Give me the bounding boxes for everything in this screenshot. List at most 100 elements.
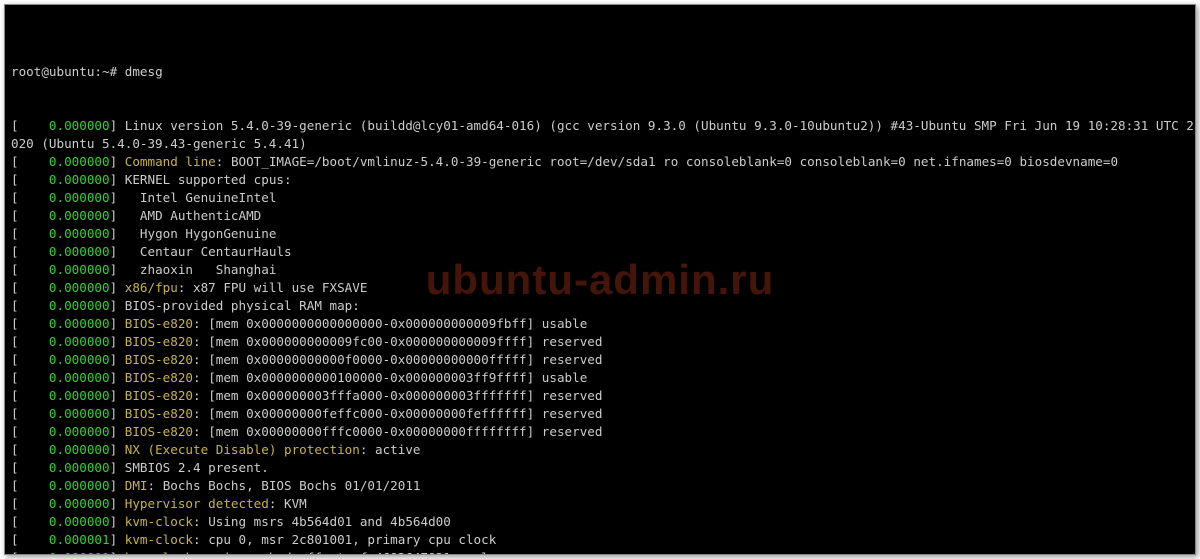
- log-tag: Hypervisor detected: [125, 496, 269, 511]
- log-timestamp: 0.000000: [19, 388, 110, 403]
- bracket-open: [: [11, 532, 19, 547]
- log-line: [ 0.000000] Linux version 5.4.0-39-gener…: [11, 117, 1189, 135]
- log-text: [mem 0x000000000009fc00-0x000000000009ff…: [208, 334, 602, 349]
- prompt-userhost: root@ubuntu: [11, 64, 94, 79]
- log-text: Using msrs 4b564d01 and 4b564d00: [208, 514, 451, 529]
- bracket-close: ]: [110, 514, 125, 529]
- bracket-open: [: [11, 550, 19, 555]
- bracket-open: [: [11, 334, 19, 349]
- log-line: [ 0.000001] kvm-clock: using sched offse…: [11, 549, 1189, 555]
- bracket-close: ]: [110, 190, 125, 205]
- bracket-open: [: [11, 118, 19, 133]
- log-line: [ 0.000000] BIOS-e820: [mem 0x00000000ff…: [11, 423, 1189, 441]
- log-line: [ 0.000000] SMBIOS 2.4 present.: [11, 459, 1189, 477]
- log-line: [ 0.000000] KERNEL supported cpus:: [11, 171, 1189, 189]
- log-text: active: [375, 442, 421, 457]
- log-line: [ 0.000000] BIOS-e820: [mem 0x0000000000…: [11, 333, 1189, 351]
- log-tag: x86/fpu: [125, 280, 178, 295]
- log-tag: BIOS-e820: [125, 352, 193, 367]
- bracket-close: ]: [110, 208, 125, 223]
- bracket-close: ]: [110, 226, 125, 241]
- bracket-close: ]: [110, 316, 125, 331]
- bracket-close: ]: [110, 460, 125, 475]
- bracket-open: [: [11, 352, 19, 367]
- bracket-open: [: [11, 370, 19, 385]
- log-timestamp: 0.000000: [19, 226, 110, 241]
- bracket-close: ]: [110, 550, 125, 555]
- log-text: cpu 0, msr 2c801001, primary cpu clock: [208, 532, 496, 547]
- log-tag: BIOS-e820: [125, 388, 193, 403]
- log-text: KVM: [284, 496, 307, 511]
- prompt-command: dmesg: [125, 64, 163, 79]
- log-text: [mem 0x0000000000100000-0x000000003ff9ff…: [208, 370, 587, 385]
- bracket-open: [: [11, 460, 19, 475]
- log-tag: kvm-clock: [125, 532, 193, 547]
- log-timestamp: 0.000000: [19, 298, 110, 313]
- log-text: Linux version 5.4.0-39-generic (buildd@l…: [125, 118, 1194, 133]
- bracket-close: ]: [110, 370, 125, 385]
- log-line: [ 0.000000] NX (Execute Disable) protect…: [11, 441, 1189, 459]
- log-timestamp: 0.000001: [19, 550, 110, 555]
- log-text: Hygon HygonGenuine: [125, 226, 277, 241]
- bracket-close: ]: [110, 388, 125, 403]
- log-line: [ 0.000000] BIOS-e820: [mem 0x0000000000…: [11, 369, 1189, 387]
- log-text: using sched offset of 4682647821 cycles: [208, 550, 504, 555]
- log-line: [ 0.000000] kvm-clock: Using msrs 4b564d…: [11, 513, 1189, 531]
- log-line: [ 0.000000] BIOS-e820: [mem 0x000000003f…: [11, 387, 1189, 405]
- log-line: [ 0.000000] Intel GenuineIntel: [11, 189, 1189, 207]
- log-line: [ 0.000000] DMI: Bochs Bochs, BIOS Bochs…: [11, 477, 1189, 495]
- bracket-close: ]: [110, 334, 125, 349]
- bracket-open: [: [11, 154, 19, 169]
- log-timestamp: 0.000000: [19, 352, 110, 367]
- bracket-open: [: [11, 496, 19, 511]
- bracket-open: [: [11, 280, 19, 295]
- log-text: Bochs Bochs, BIOS Bochs 01/01/2011: [163, 478, 421, 493]
- log-timestamp: 0.000000: [19, 514, 110, 529]
- log-tag: Command line: [125, 154, 216, 169]
- log-timestamp: 0.000000: [19, 154, 110, 169]
- log-line: [ 0.000000] Command line: BOOT_IMAGE=/bo…: [11, 153, 1189, 171]
- log-line: [ 0.000000] BIOS-e820: [mem 0x0000000000…: [11, 315, 1189, 333]
- log-line: [ 0.000000] AMD AuthenticAMD: [11, 207, 1189, 225]
- log-text: [mem 0x000000003fffa000-0x000000003fffff…: [208, 388, 602, 403]
- bracket-close: ]: [110, 532, 125, 547]
- bracket-open: [: [11, 172, 19, 187]
- bracket-close: ]: [110, 478, 125, 493]
- log-tag: BIOS-e820: [125, 424, 193, 439]
- log-tag: NX (Execute Disable) protection: [125, 442, 360, 457]
- log-text: Centaur CentaurHauls: [125, 244, 292, 259]
- log-tag: kvm-clock: [125, 514, 193, 529]
- log-timestamp: 0.000000: [19, 370, 110, 385]
- log-line: 020 (Ubuntu 5.4.0-39.43-generic 5.4.41): [11, 135, 1189, 153]
- log-text: [mem 0x0000000000000000-0x000000000009fb…: [208, 316, 587, 331]
- bracket-close: ]: [110, 244, 125, 259]
- log-timestamp: 0.000000: [19, 316, 110, 331]
- log-line: [ 0.000000] Hygon HygonGenuine: [11, 225, 1189, 243]
- terminal-window[interactable]: ubuntu-admin.ru root@ubuntu:~# dmesg [ 0…: [4, 4, 1196, 555]
- bracket-close: ]: [110, 352, 125, 367]
- log-text: AMD AuthenticAMD: [125, 208, 261, 223]
- log-timestamp: 0.000000: [19, 172, 110, 187]
- log-text: SMBIOS 2.4 present.: [125, 460, 269, 475]
- log-line: [ 0.000000] Hypervisor detected: KVM: [11, 495, 1189, 513]
- log-text: [mem 0x00000000fffc0000-0x00000000ffffff…: [208, 424, 602, 439]
- bracket-close: ]: [110, 154, 125, 169]
- bracket-close: ]: [110, 442, 125, 457]
- log-line: [ 0.000000] BIOS-provided physical RAM m…: [11, 297, 1189, 315]
- log-line: [ 0.000000] Centaur CentaurHauls: [11, 243, 1189, 261]
- log-line: [ 0.000000] zhaoxin Shanghai: [11, 261, 1189, 279]
- log-timestamp: 0.000000: [19, 118, 110, 133]
- log-timestamp: 0.000000: [19, 244, 110, 259]
- log-tag: kvm-clock: [125, 550, 193, 555]
- log-text: 020 (Ubuntu 5.4.0-39.43-generic 5.4.41): [11, 136, 307, 151]
- bracket-close: ]: [110, 406, 125, 421]
- bracket-open: [: [11, 406, 19, 421]
- log-tag: BIOS-e820: [125, 406, 193, 421]
- bracket-open: [: [11, 514, 19, 529]
- log-timestamp: 0.000000: [19, 442, 110, 457]
- bracket-close: ]: [110, 262, 125, 277]
- log-text: BIOS-provided physical RAM map:: [125, 298, 360, 313]
- log-timestamp: 0.000001: [19, 532, 110, 547]
- log-timestamp: 0.000000: [19, 406, 110, 421]
- log-tag: BIOS-e820: [125, 334, 193, 349]
